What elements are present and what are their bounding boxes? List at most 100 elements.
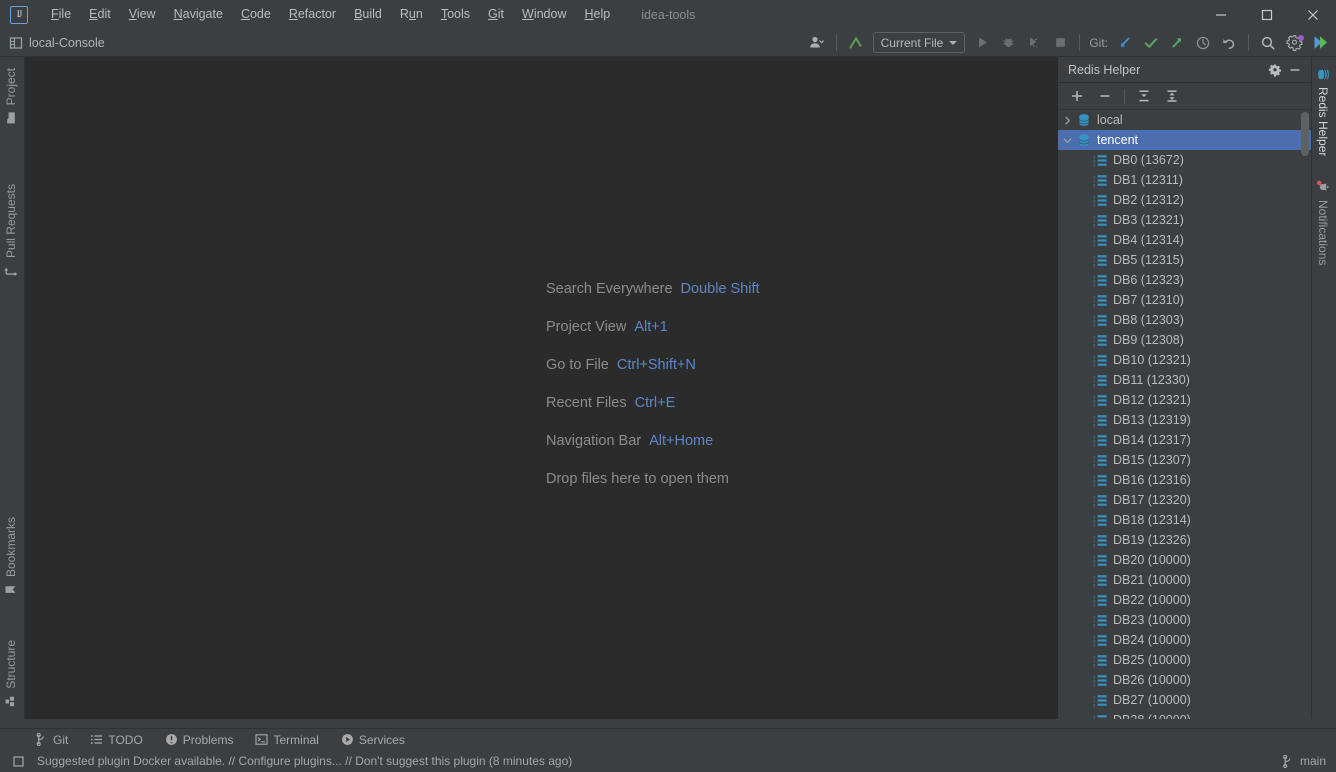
database-label: DB18 (12314) — [1113, 513, 1191, 527]
sidebar-item-redis-helper[interactable]: Redis Helper — [1313, 63, 1333, 161]
database-node[interactable]: 1 2 3 DB20 (10000) — [1058, 550, 1311, 570]
notification-icon[interactable] — [12, 755, 25, 768]
connection-label: local — [1097, 113, 1123, 127]
database-node[interactable]: 1 2 3 DB14 (12317) — [1058, 430, 1311, 450]
sidebar-item-project[interactable]: Project — [1, 63, 21, 129]
tree-scrollbar-thumb[interactable] — [1301, 112, 1309, 156]
database-node[interactable]: 1 2 3 DB25 (10000) — [1058, 650, 1311, 670]
database-node[interactable]: 1 2 3 DB26 (10000) — [1058, 670, 1311, 690]
database-node[interactable]: 1 2 3 DB1 (12311) — [1058, 170, 1311, 190]
database-node[interactable]: 1 2 3 DB22 (10000) — [1058, 590, 1311, 610]
database-node[interactable]: 1 2 3 DB15 (12307) — [1058, 450, 1311, 470]
drop-files-hint: Drop files here to open them — [25, 471, 1058, 487]
db-list-icon: 123 — [1092, 534, 1108, 547]
stop-button[interactable] — [1048, 32, 1072, 54]
database-node[interactable]: 1 2 3 DB9 (12308) — [1058, 330, 1311, 350]
svg-text:3: 3 — [1093, 162, 1096, 166]
tool-window-git[interactable]: Git — [24, 729, 79, 751]
git-commit-icon[interactable] — [1139, 32, 1163, 54]
collapse-all-icon[interactable] — [1159, 85, 1185, 107]
svg-text:3: 3 — [1093, 282, 1096, 286]
database-node[interactable]: 1 2 3 DB8 (12303) — [1058, 310, 1311, 330]
remove-connection-button[interactable] — [1092, 85, 1118, 107]
git-update-icon[interactable] — [1113, 32, 1137, 54]
db-list-icon: 123 — [1092, 214, 1108, 227]
menu-item-help[interactable]: Help — [575, 0, 619, 29]
expand-arrow-icon[interactable] — [1058, 116, 1076, 125]
menu-item-edit[interactable]: Edit — [80, 0, 120, 29]
menu-item-refactor[interactable]: Refactor — [280, 0, 345, 29]
git-rollback-icon[interactable] — [1217, 32, 1241, 54]
connection-node-local[interactable]: local — [1058, 110, 1311, 130]
settings-icon[interactable] — [1282, 32, 1306, 54]
database-node[interactable]: 1 2 3 DB16 (12316) — [1058, 470, 1311, 490]
connection-node-tencent[interactable]: tencent — [1058, 130, 1311, 150]
database-node[interactable]: 1 2 3 DB12 (12321) — [1058, 390, 1311, 410]
menu-item-navigate[interactable]: Navigate — [165, 0, 232, 29]
git-history-icon[interactable] — [1191, 32, 1215, 54]
menu-item-view[interactable]: View — [120, 0, 165, 29]
database-node[interactable]: 1 2 3 DB0 (13672) — [1058, 150, 1311, 170]
menu-item-window[interactable]: Window — [513, 0, 575, 29]
git-push-icon[interactable] — [1165, 32, 1189, 54]
menu-item-run[interactable]: Run — [391, 0, 432, 29]
db-list-icon: 123 — [1092, 474, 1108, 487]
minimize-window-button[interactable] — [1198, 0, 1244, 29]
run-button[interactable] — [970, 32, 994, 54]
database-node[interactable]: 1 2 3 DB21 (10000) — [1058, 570, 1311, 590]
database-node[interactable]: 1 2 3 DB23 (10000) — [1058, 610, 1311, 630]
menu-item-code[interactable]: Code — [232, 0, 280, 29]
close-window-button[interactable] — [1290, 0, 1336, 29]
update-project-icon[interactable] — [844, 32, 868, 54]
database-node[interactable]: 1 2 3 DB3 (12321) — [1058, 210, 1311, 230]
sidebar-item-structure[interactable]: Structure — [1, 635, 21, 713]
database-node[interactable]: 1 2 3 DB11 (12330) — [1058, 370, 1311, 390]
tool-window-terminal[interactable]: Terminal — [244, 729, 329, 751]
tool-window-services[interactable]: Services — [330, 729, 416, 751]
run-with-coverage-button[interactable] — [1022, 32, 1046, 54]
add-connection-button[interactable] — [1064, 85, 1090, 107]
debug-button[interactable] — [996, 32, 1020, 54]
database-node[interactable]: 1 2 3 DB4 (12314) — [1058, 230, 1311, 250]
database-label: DB25 (10000) — [1113, 653, 1191, 667]
gear-icon[interactable] — [1265, 60, 1285, 80]
search-icon[interactable] — [1256, 32, 1280, 54]
database-node[interactable]: 1 2 3 DB18 (12314) — [1058, 510, 1311, 530]
database-node[interactable]: 1 2 3 DB17 (12320) — [1058, 490, 1311, 510]
database-node[interactable]: 1 2 3 DB6 (12323) — [1058, 270, 1311, 290]
menu-item-git[interactable]: Git — [479, 0, 513, 29]
maximize-window-button[interactable] — [1244, 0, 1290, 29]
account-icon[interactable] — [805, 32, 829, 54]
svg-text:3: 3 — [1093, 402, 1096, 406]
sidebar-item-bookmarks[interactable]: Bookmarks — [1, 512, 21, 601]
status-message[interactable]: Suggested plugin Docker available. // Co… — [37, 754, 572, 768]
menu-item-file[interactable]: File — [42, 0, 80, 29]
tool-window-todo[interactable]: TODO — [79, 729, 153, 751]
database-node[interactable]: 123 DB28 (10000) — [1058, 710, 1311, 719]
database-label: DB23 (10000) — [1113, 613, 1191, 627]
hide-panel-button[interactable] — [1285, 60, 1305, 80]
updates-icon[interactable] — [1308, 32, 1332, 54]
tool-window-problems[interactable]: Problems — [154, 729, 245, 751]
database-node[interactable]: 1 2 3 DB24 (10000) — [1058, 630, 1311, 650]
sidebar-item-pull-requests[interactable]: Pull Requests — [1, 179, 21, 282]
database-node[interactable]: 1 2 3 DB2 (12312) — [1058, 190, 1311, 210]
database-label: DB5 (12315) — [1113, 253, 1184, 267]
run-configuration-selector[interactable]: Current File — [872, 32, 966, 53]
database-node[interactable]: 1 2 3 DB13 (12319) — [1058, 410, 1311, 430]
menu-item-tools[interactable]: Tools — [432, 0, 479, 29]
database-node[interactable]: 1 2 3 DB27 (10000) — [1058, 690, 1311, 710]
window-controls — [1198, 0, 1336, 29]
redis-helper-toolbar — [1058, 83, 1311, 110]
menu-item-build[interactable]: Build — [345, 0, 391, 29]
sidebar-item-notifications[interactable]: Notifications — [1313, 175, 1333, 270]
expand-all-icon[interactable] — [1131, 85, 1157, 107]
database-node[interactable]: 1 2 3 DB7 (12310) — [1058, 290, 1311, 310]
status-bar-right[interactable]: main — [1282, 754, 1326, 768]
database-node[interactable]: 1 2 3 DB10 (12321) — [1058, 350, 1311, 370]
database-node[interactable]: 1 2 3 DB5 (12315) — [1058, 250, 1311, 270]
database-node[interactable]: 1 2 3 DB19 (12326) — [1058, 530, 1311, 550]
collapse-arrow-icon[interactable] — [1058, 136, 1076, 145]
redis-connection-tree[interactable]: local tencent 1 2 3 DB0 (13672) 1 2 3 DB1 (12311)… — [1058, 110, 1311, 719]
breadcrumb[interactable]: local-Console — [9, 36, 105, 50]
